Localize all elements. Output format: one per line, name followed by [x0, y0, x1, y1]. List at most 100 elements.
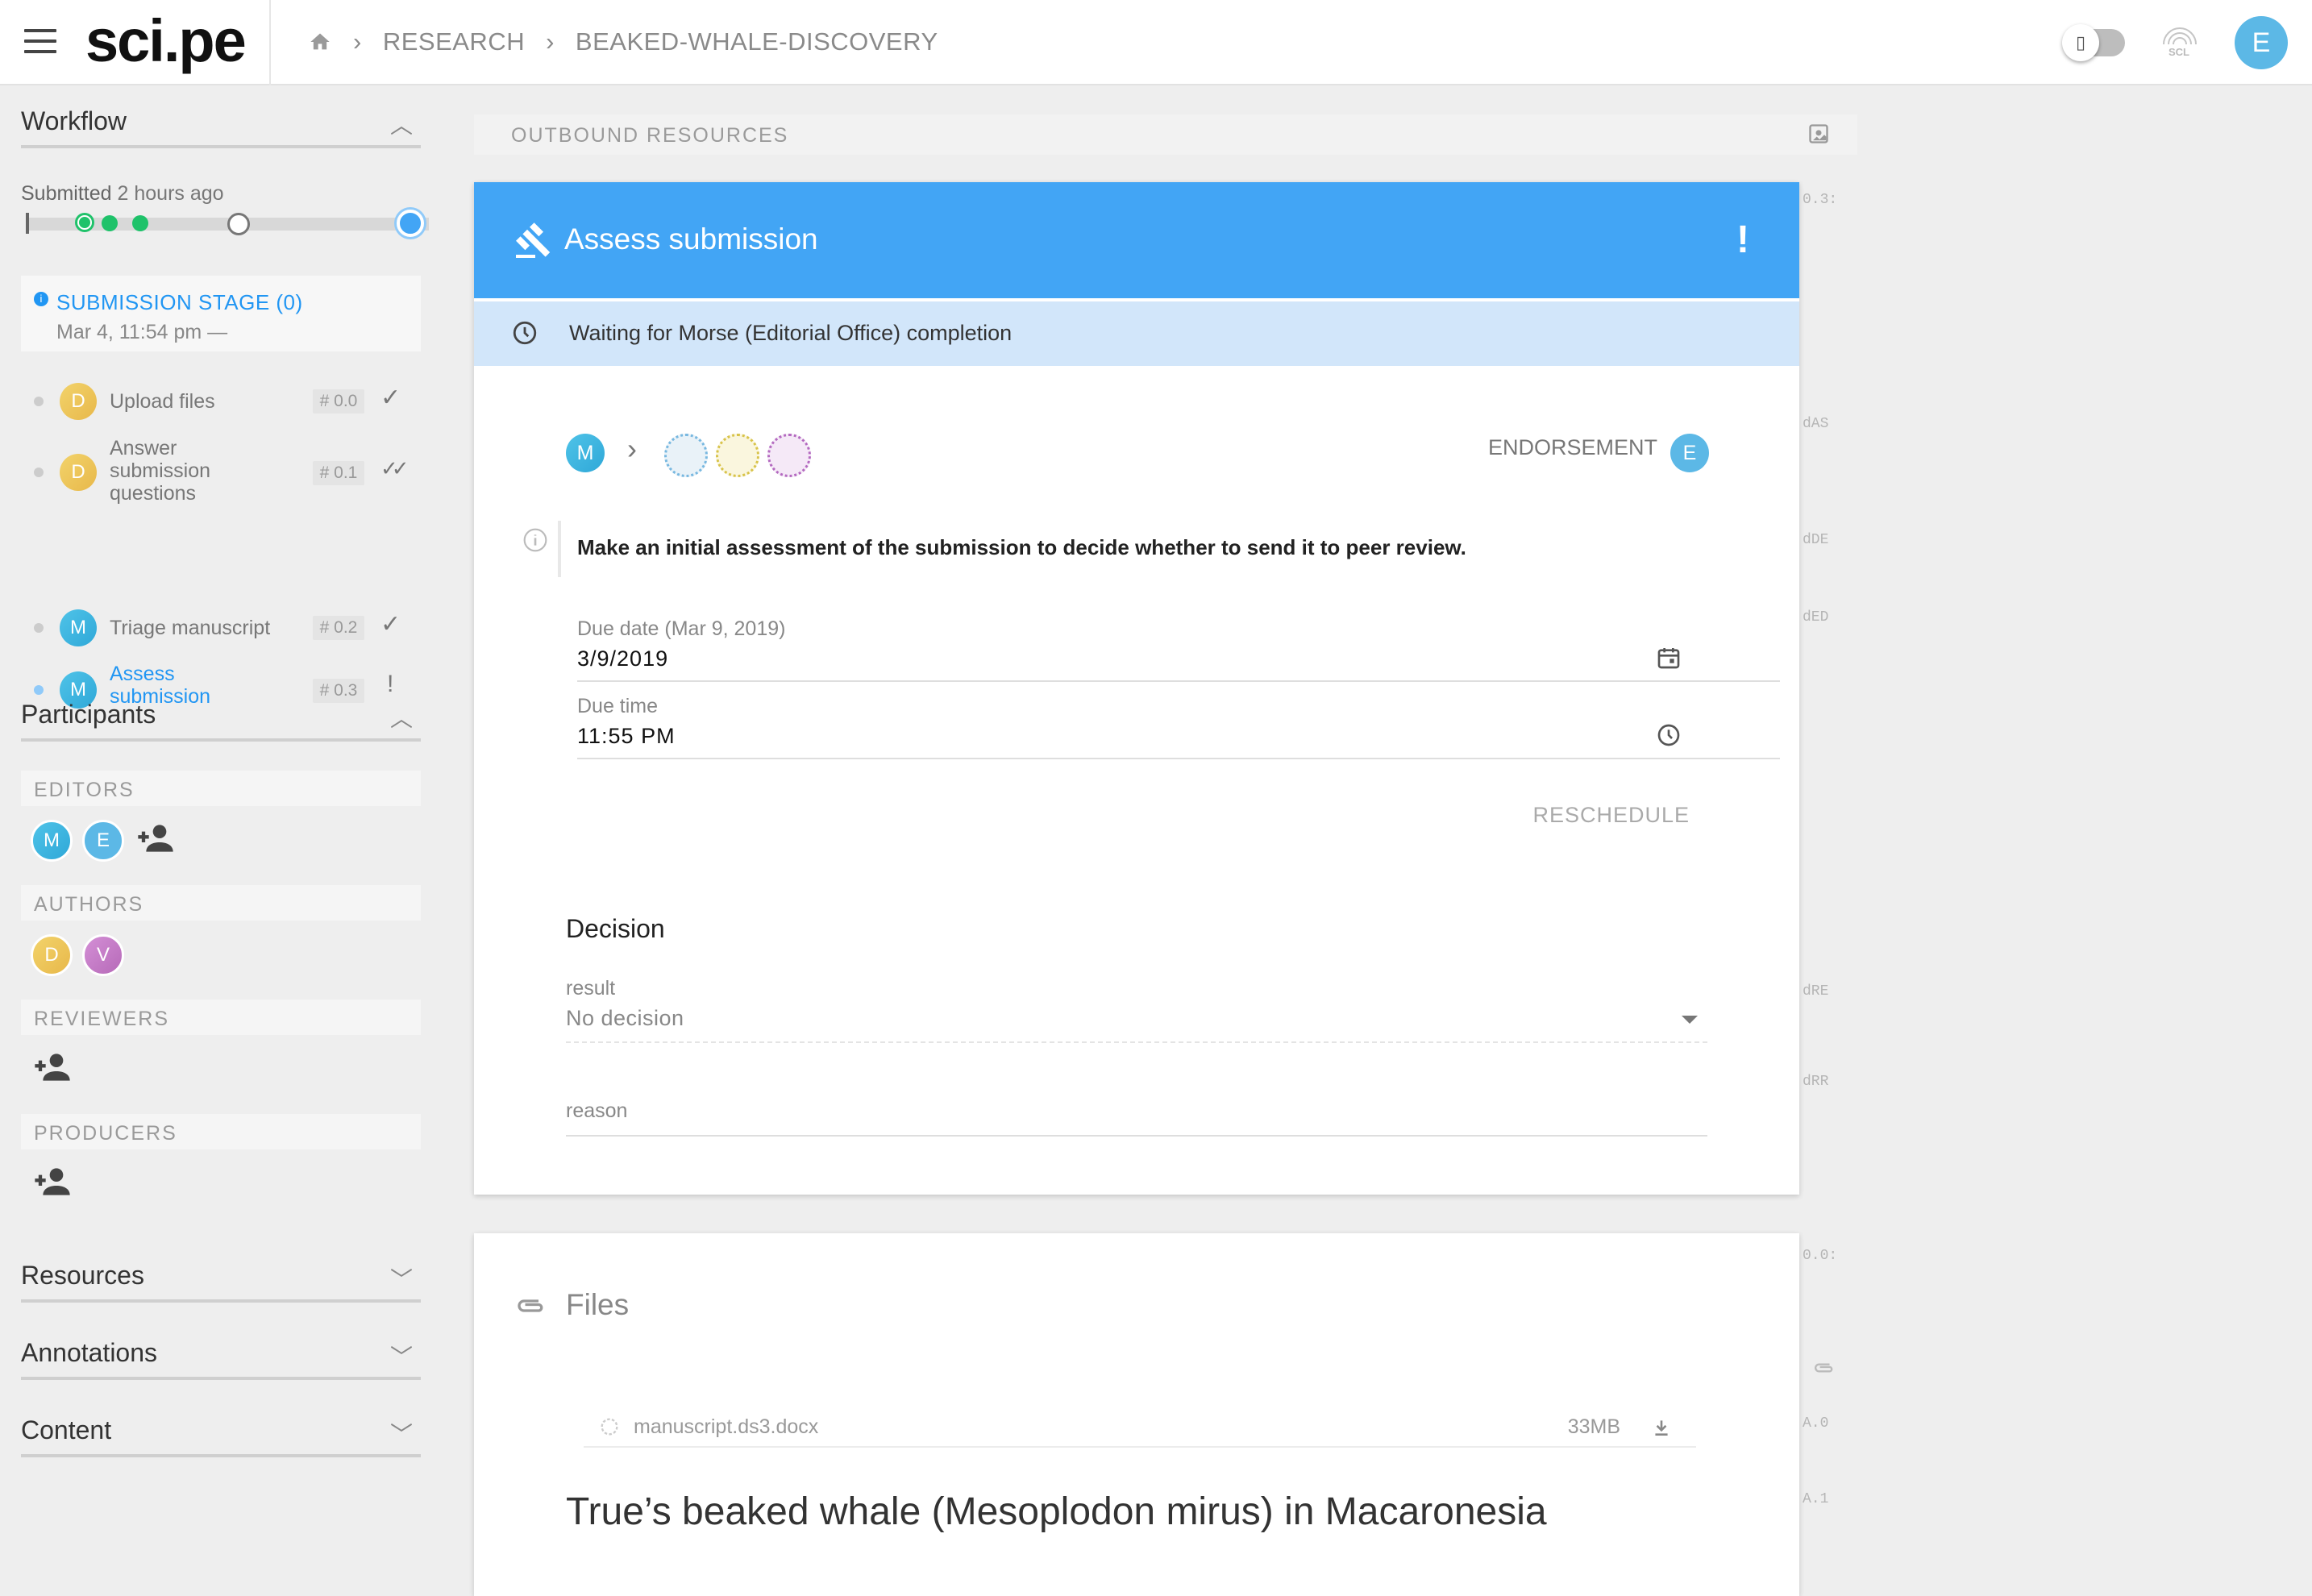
- add-person-icon[interactable]: [135, 822, 176, 854]
- file-size: 33MB: [1567, 1415, 1620, 1438]
- add-person-icon[interactable]: [32, 1051, 73, 1083]
- chevron-right-icon: ›: [627, 432, 637, 465]
- rail-marker[interactable]: dDE: [1803, 532, 1828, 548]
- due-date-underline: [577, 680, 1780, 682]
- file-row[interactable]: manuscript.ds3.docx 33MB: [584, 1407, 1696, 1448]
- rail-marker[interactable]: dAS: [1803, 416, 1828, 432]
- due-date-input[interactable]: 3/9/2019: [577, 646, 668, 671]
- rail-marker[interactable]: 0.3:: [1803, 192, 1837, 208]
- result-select[interactable]: No decision: [566, 1006, 684, 1031]
- task-tag: # 0.1: [313, 461, 364, 485]
- paperclip-icon[interactable]: [1811, 1357, 1838, 1378]
- rail-marker[interactable]: 0.0:: [1803, 1248, 1837, 1264]
- waiting-text: Waiting for Morse (Editorial Office) com…: [569, 321, 1013, 345]
- rail-marker[interactable]: dRE: [1803, 983, 1828, 1000]
- participants-section-header[interactable]: Participants ︿: [21, 695, 421, 742]
- breadcrumb-research[interactable]: RESEARCH: [383, 27, 525, 56]
- action-title: Assess submission: [564, 222, 818, 256]
- participant-avatar[interactable]: V: [82, 934, 124, 976]
- role-chip-icon[interactable]: [767, 434, 811, 477]
- participant-avatar[interactable]: D: [31, 934, 73, 976]
- image-icon[interactable]: [1807, 123, 1830, 145]
- gavel-icon: [516, 222, 551, 258]
- task-bullet: [34, 623, 44, 633]
- file-name[interactable]: manuscript.ds3.docx: [634, 1415, 818, 1439]
- menu-icon[interactable]: [24, 29, 56, 56]
- content-title: Content: [21, 1415, 112, 1444]
- result-underline: [566, 1041, 1707, 1043]
- outbound-label: OUTBOUND RESOURCES: [511, 124, 789, 147]
- check-icon: ✓: [380, 384, 401, 411]
- alert-icon: !: [1736, 218, 1749, 261]
- stage-title[interactable]: SUBMISSION STAGE (0): [56, 290, 303, 315]
- clock-icon[interactable]: [1656, 722, 1682, 748]
- task-name: Upload files: [110, 390, 215, 413]
- participant-avatar[interactable]: M: [31, 820, 73, 862]
- view-toggle[interactable]: ▯: [2062, 24, 2125, 61]
- avatar: D: [60, 454, 97, 491]
- stage-date: Mar 4, 11:54 pm —: [56, 321, 228, 343]
- task-answer-questions[interactable]: D Answer submission questions # 0.1 ✓✓: [21, 434, 421, 511]
- workflow-section-header[interactable]: Workflow ︿: [21, 102, 421, 148]
- user-avatar[interactable]: E: [2235, 16, 2288, 69]
- chevron-down-icon: ﹀: [389, 1267, 413, 1292]
- info-icon: [523, 528, 547, 552]
- participant-avatar[interactable]: E: [82, 820, 124, 862]
- decision-title: Decision: [566, 914, 665, 943]
- annotations-section-header[interactable]: Annotations ﹀: [21, 1333, 421, 1380]
- app-header: sci.pe › RESEARCH › BEAKED-WHALE-DISCOVE…: [0, 0, 2312, 85]
- avatar: D: [60, 383, 97, 420]
- double-check-icon: ✓✓: [380, 456, 409, 480]
- chevron-up-icon: ︿: [389, 706, 413, 731]
- rail-marker[interactable]: dED: [1803, 609, 1828, 626]
- progress-dot[interactable]: [132, 215, 148, 231]
- chevron-down-icon: ﹀: [389, 1422, 413, 1447]
- fingerprint-icon[interactable]: SCL: [2157, 22, 2202, 64]
- role-chip-icon[interactable]: [664, 434, 708, 477]
- article-title: True’s beaked whale (Mesoplodon mirus) i…: [566, 1490, 1547, 1533]
- dropdown-arrow-icon[interactable]: [1682, 1016, 1698, 1024]
- rail-marker[interactable]: dRR: [1803, 1074, 1828, 1090]
- reason-input[interactable]: reason: [566, 1099, 627, 1123]
- endorser-avatar[interactable]: E: [1670, 434, 1709, 472]
- files-card: Files manuscript.ds3.docx 33MB True’s be…: [474, 1233, 1799, 1596]
- role-editors: EDITORS: [21, 771, 421, 806]
- add-person-icon[interactable]: [32, 1166, 73, 1198]
- resources-title: Resources: [21, 1261, 144, 1290]
- header-actions: ▯ SCL E: [2062, 16, 2288, 69]
- task-triage-manuscript[interactable]: M Triage manuscript # 0.2 ✓: [21, 604, 421, 652]
- progress-dot[interactable]: [102, 215, 118, 231]
- clock-icon: [513, 321, 537, 345]
- rail-marker[interactable]: A.1: [1803, 1491, 1828, 1507]
- task-upload-files[interactable]: D Upload files # 0.0 ✓: [21, 377, 421, 426]
- resources-section-header[interactable]: Resources ﹀: [21, 1256, 421, 1303]
- due-date-label: Due date (Mar 9, 2019): [577, 617, 786, 640]
- scl-label: SCL: [2169, 46, 2189, 58]
- outbound-resources-bar[interactable]: OUTBOUND RESOURCES: [474, 114, 1857, 155]
- content-section-header[interactable]: Content ﹀: [21, 1411, 421, 1457]
- assignee-avatar[interactable]: M: [566, 434, 605, 472]
- book-icon: ▯: [2062, 24, 2099, 61]
- calendar-icon[interactable]: [1656, 645, 1682, 671]
- logo[interactable]: sci.pe: [85, 5, 247, 77]
- due-time-input[interactable]: 11:55 PM: [577, 724, 676, 749]
- progress-current-dot[interactable]: [397, 210, 424, 237]
- progress-start-marker: [26, 213, 29, 234]
- rail-marker[interactable]: A.0: [1803, 1415, 1828, 1432]
- progress-dot[interactable]: [227, 213, 250, 235]
- due-time-label: Due time: [577, 695, 659, 717]
- progress-dot[interactable]: [77, 215, 92, 230]
- info-icon: i: [34, 292, 48, 306]
- download-icon[interactable]: [1651, 1417, 1672, 1438]
- breadcrumb-project[interactable]: BEAKED-WHALE-DISCOVERY: [576, 27, 938, 56]
- role-chip-icon[interactable]: [716, 434, 759, 477]
- reason-underline: [566, 1135, 1707, 1137]
- role-producers: PRODUCERS: [21, 1114, 421, 1149]
- home-icon[interactable]: [308, 31, 332, 53]
- result-label: result: [566, 977, 616, 1000]
- action-card-header: Assess submission !: [474, 182, 1799, 298]
- waiting-banner: Waiting for Morse (Editorial Office) com…: [474, 301, 1799, 366]
- submitted-label: Submitted: [21, 182, 112, 205]
- reschedule-button[interactable]: RESCHEDULE: [1532, 803, 1690, 828]
- participants-title: Participants: [21, 700, 156, 729]
